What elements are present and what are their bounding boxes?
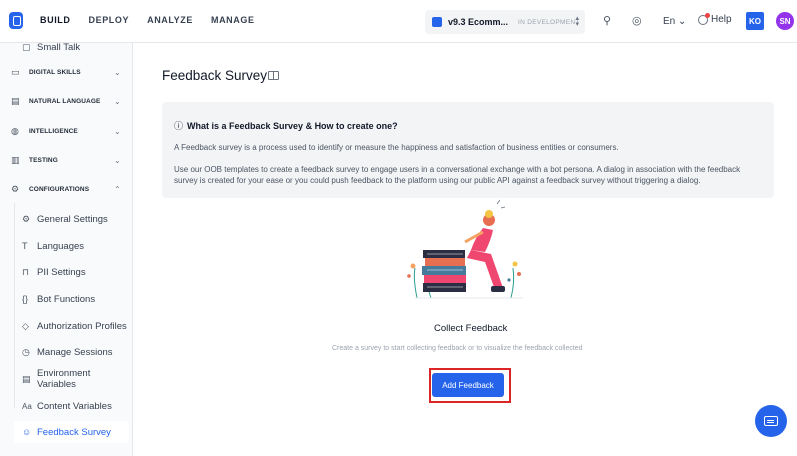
- sidebar-item-languages[interactable]: T Languages: [14, 235, 129, 257]
- nav-build[interactable]: BUILD: [40, 15, 71, 25]
- empty-state-title: Collect Feedback: [434, 323, 508, 334]
- app-status: IN DEVELOPMENT: [518, 18, 580, 26]
- sidebar-item-label: Bot Functions: [37, 293, 96, 305]
- sidebar-item-label: Small Talk: [37, 41, 81, 53]
- info-heading-text: What is a Feedback Survey & How to creat…: [187, 121, 398, 131]
- sidebar-item-feedback-survey[interactable]: ☺ Feedback Survey: [14, 421, 129, 443]
- sidebar-item-environment-variables[interactable]: ▤ Environment Variables: [14, 368, 129, 390]
- chat-launcher-button[interactable]: [755, 405, 787, 437]
- page-title: Feedback Survey: [162, 68, 268, 83]
- gear-icon: ⚙: [22, 213, 31, 224]
- bulb-icon: ◍: [11, 125, 19, 136]
- sidebar-section-natural-language[interactable]: ▤ NATURAL LANGUAGE ⌄: [0, 90, 133, 112]
- sidebar-section-configurations[interactable]: ⚙ CONFIGURATIONS ⌃: [0, 178, 133, 200]
- section-label: NATURAL LANGUAGE: [29, 97, 101, 105]
- section-label: DIGITAL SKILLS: [29, 68, 81, 76]
- avatar-sn[interactable]: SN: [776, 12, 794, 30]
- add-feedback-button[interactable]: Add Feedback: [432, 373, 504, 397]
- sidebar-item-label: Content Variables: [37, 400, 112, 412]
- chevron-down-icon: ⌄: [114, 126, 121, 136]
- sidebar-item-content-variables[interactable]: Aa Content Variables: [14, 395, 129, 417]
- info-heading: ⓘ What is a Feedback Survey & How to crea…: [174, 119, 398, 132]
- chevron-down-icon: ⌄: [114, 96, 121, 106]
- clock-icon: ◷: [22, 346, 30, 357]
- help-icon: [698, 12, 710, 25]
- sidebar-section-testing[interactable]: ▥ TESTING ⌄: [0, 149, 133, 171]
- sidebar-section-intelligence[interactable]: ◍ INTELLIGENCE ⌄: [0, 120, 133, 142]
- sidebar-item-bot-functions[interactable]: {} Bot Functions: [14, 288, 129, 310]
- search-icon[interactable]: ⚲: [603, 14, 611, 27]
- section-label: CONFIGURATIONS: [29, 185, 90, 193]
- language-selector[interactable]: En ⌄: [663, 16, 686, 27]
- document-icon: ▤: [22, 373, 31, 384]
- info-paragraph-2: Use our OOB templates to create a feedba…: [174, 165, 741, 185]
- info-icon: ⓘ: [174, 121, 184, 131]
- app-name: v9.3 Ecomm...: [448, 17, 509, 27]
- app-selector[interactable]: v9.3 Ecomm... IN DEVELOPMENT ▴ ▾: [425, 10, 585, 34]
- sidebar: ▢ Small Talk ▭ DIGITAL SKILLS ⌄ ▤ NATURA…: [0, 42, 133, 456]
- braces-icon: {}: [22, 294, 29, 304]
- sidebar-item-label: PII Settings: [37, 266, 86, 278]
- compass-icon[interactable]: ◎: [632, 14, 642, 27]
- book-icon[interactable]: [268, 71, 279, 80]
- chat-icon: ▢: [22, 41, 31, 52]
- sidebar-item-authorization-profiles[interactable]: ◇ Authorization Profiles: [14, 315, 129, 337]
- sidebar-item-small-talk[interactable]: ▢ Small Talk: [14, 36, 129, 58]
- sidebar-item-general-settings[interactable]: ⚙ General Settings: [14, 208, 129, 230]
- lock-icon: ⊓: [22, 266, 30, 277]
- chevron-up-icon: ⌃: [114, 184, 121, 194]
- help-label: Help: [711, 14, 732, 25]
- sidebar-item-label: Authorization Profiles: [37, 320, 127, 332]
- nlp-icon: ▤: [11, 95, 20, 106]
- nav-deploy[interactable]: DEPLOY: [89, 15, 130, 25]
- monitor-icon: ▭: [11, 66, 20, 77]
- sidebar-item-label: General Settings: [37, 213, 108, 225]
- sidebar-item-manage-sessions[interactable]: ◷ Manage Sessions: [14, 341, 129, 363]
- sidebar-item-label: Manage Sessions: [37, 346, 113, 358]
- sidebar-item-pii-settings[interactable]: ⊓ PII Settings: [14, 261, 129, 283]
- main-nav: BUILD DEPLOY ANALYZE MANAGE: [40, 15, 273, 25]
- sidebar-section-digital-skills[interactable]: ▭ DIGITAL SKILLS ⌄: [0, 61, 133, 83]
- info-paragraph-1: A Feedback survey is a process used to i…: [174, 143, 619, 152]
- nav-analyze[interactable]: ANALYZE: [147, 15, 193, 25]
- info-panel: ⓘ What is a Feedback Survey & How to crea…: [162, 102, 774, 198]
- feedback-icon: ☺: [22, 427, 32, 437]
- feedback-illustration: [407, 199, 523, 299]
- nav-manage[interactable]: MANAGE: [211, 15, 255, 25]
- section-label: INTELLIGENCE: [29, 127, 78, 135]
- sidebar-item-label: Feedback Survey: [37, 426, 111, 438]
- language-label: En: [663, 16, 676, 27]
- avatar-ko[interactable]: KO: [746, 12, 764, 30]
- font-icon: Aa: [22, 401, 32, 411]
- shield-icon: ◇: [22, 320, 29, 331]
- text-icon: T: [22, 241, 28, 251]
- chat-icon: [764, 416, 778, 426]
- chevron-down-icon: ⌄: [114, 67, 121, 77]
- chevron-updown-icon: ▴ ▾: [575, 15, 579, 28]
- sidebar-item-label: Environment Variables: [37, 368, 91, 390]
- section-label: TESTING: [29, 156, 58, 164]
- config-icon: ⚙: [11, 183, 20, 194]
- empty-state-description: Create a survey to start collecting feed…: [332, 345, 583, 352]
- chevron-down-icon: ⌄: [114, 155, 121, 165]
- app-logo[interactable]: [9, 12, 23, 29]
- app-icon: [432, 17, 442, 27]
- clipboard-icon: ▥: [11, 154, 20, 165]
- help-button[interactable]: Help: [698, 12, 732, 25]
- sidebar-item-label: Languages: [37, 240, 85, 252]
